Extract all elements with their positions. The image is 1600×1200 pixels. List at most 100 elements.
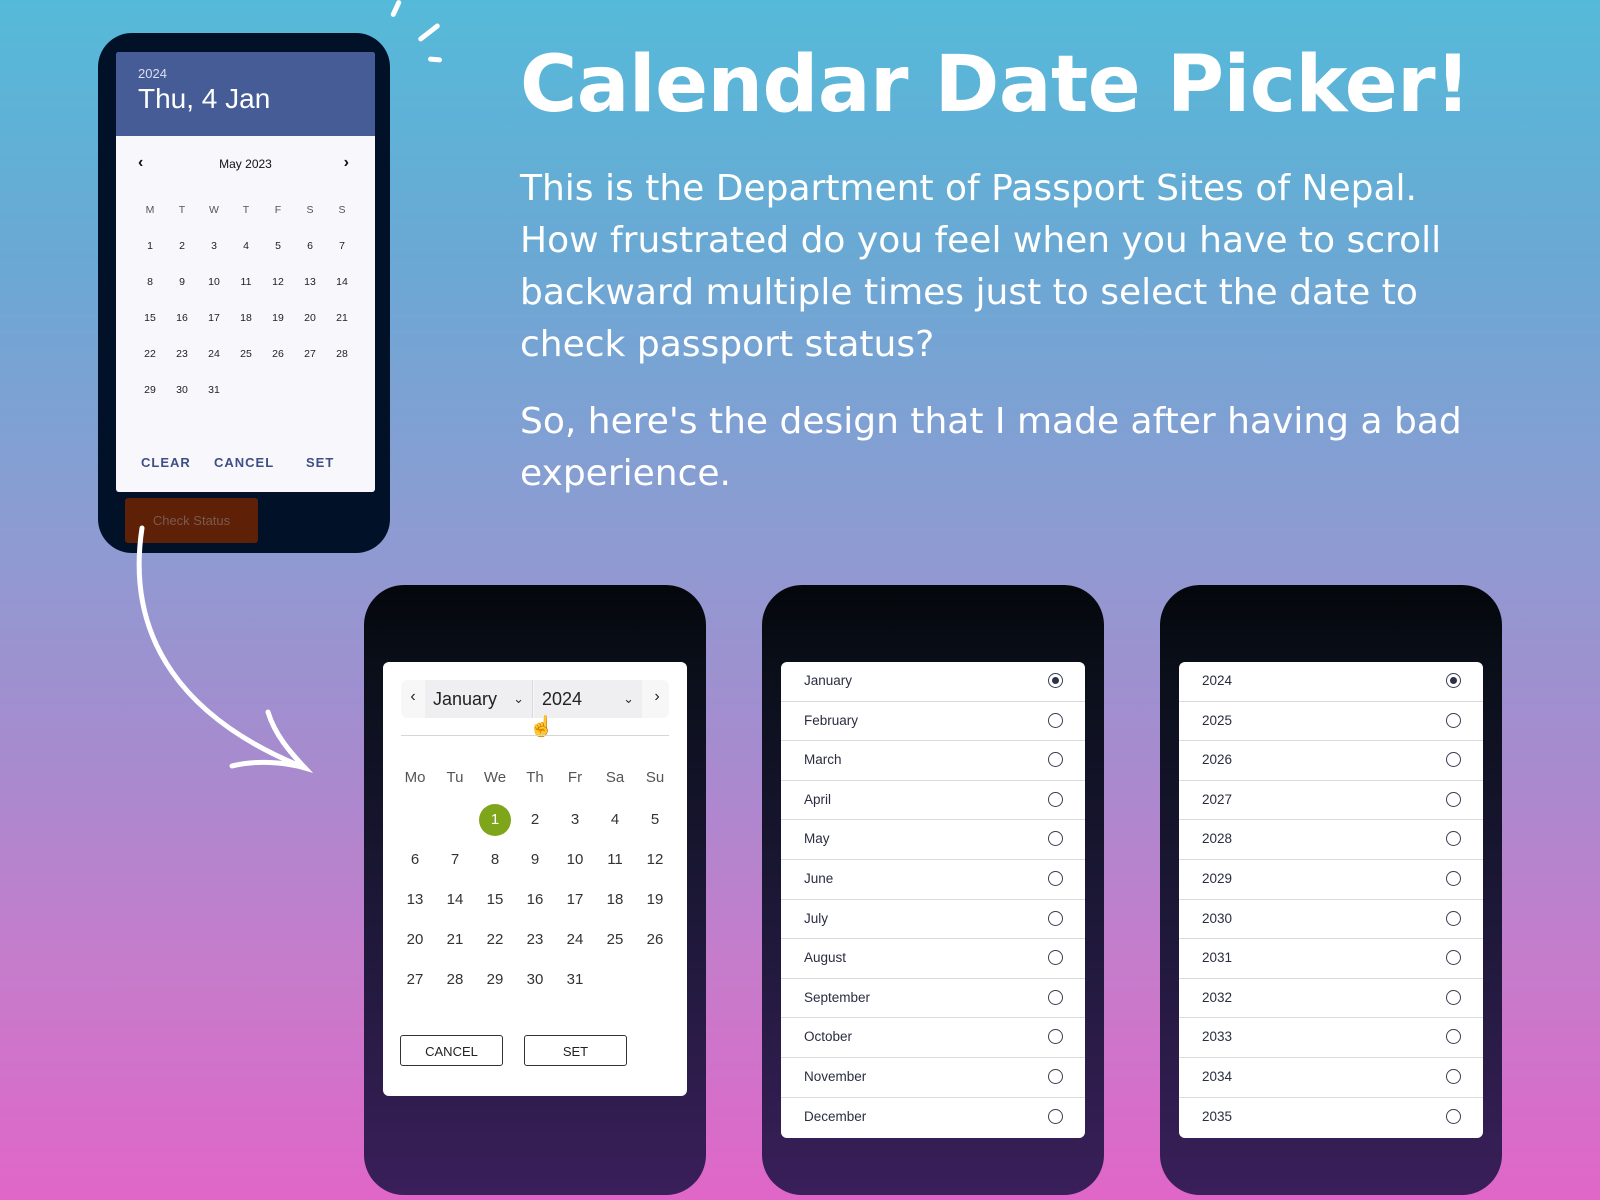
chevron-down-icon: ⌄ [623, 691, 634, 706]
day-cell[interactable]: 28 [435, 960, 475, 1000]
day-cell[interactable]: 9 [515, 840, 555, 880]
day-cell[interactable]: 25 [595, 920, 635, 960]
radio-icon[interactable] [1446, 752, 1461, 768]
radio-icon[interactable] [1446, 1068, 1461, 1084]
day-cell[interactable]: 10 [555, 840, 595, 880]
radio-icon[interactable] [1446, 791, 1461, 807]
day-cell[interactable]: 5 [635, 800, 675, 840]
list-item[interactable]: 2030 [1179, 900, 1483, 940]
list-item[interactable]: 2027 [1179, 781, 1483, 821]
day-cell[interactable]: 17 [555, 880, 595, 920]
list-item[interactable]: 2029 [1179, 860, 1483, 900]
radio-icon[interactable] [1048, 989, 1063, 1005]
day-cell-selected[interactable]: 1 [475, 800, 515, 840]
empty-cell [435, 800, 475, 840]
radio-icon[interactable] [1446, 950, 1461, 966]
list-item[interactable]: 2025 [1179, 702, 1483, 742]
set-button[interactable]: SET [524, 1035, 627, 1066]
list-item-label: 2031 [1202, 950, 1233, 966]
day-cell[interactable]: 15 [475, 880, 515, 920]
year-list: 2024 2025 2026 2027 2028 2029 2030 2031 2032 2033… [1179, 662, 1483, 1138]
list-item[interactable]: 2034 [1179, 1058, 1483, 1098]
list-item[interactable]: November [781, 1058, 1085, 1098]
year-select[interactable]: 2024 ⌄ [534, 680, 642, 718]
day-cell[interactable]: 30 [515, 960, 555, 1000]
day-cell[interactable]: 13 [395, 880, 435, 920]
chevron-right-icon[interactable]: › [645, 688, 669, 706]
radio-icon[interactable] [1446, 989, 1461, 1005]
day-cell[interactable]: 22 [475, 920, 515, 960]
day-cell[interactable]: 29 [475, 960, 515, 1000]
day-cell[interactable]: 11 [595, 840, 635, 880]
radio-icon[interactable] [1446, 1108, 1461, 1124]
list-item[interactable]: May [781, 820, 1085, 860]
radio-icon[interactable] [1048, 1068, 1063, 1084]
radio-icon[interactable] [1048, 870, 1063, 886]
radio-icon[interactable] [1446, 910, 1461, 926]
list-item[interactable]: 2028 [1179, 820, 1483, 860]
radio-icon[interactable] [1446, 1029, 1461, 1045]
day-cell[interactable]: 21 [435, 920, 475, 960]
day-cell[interactable]: 24 [555, 920, 595, 960]
radio-selected-icon[interactable] [1048, 673, 1063, 688]
list-item-label: 2028 [1202, 831, 1233, 847]
weekday-label: We [483, 769, 507, 786]
radio-icon[interactable] [1048, 1108, 1063, 1124]
list-item[interactable]: 2026 [1179, 741, 1483, 781]
day-cell[interactable]: 8 [475, 840, 515, 880]
day-cell[interactable]: 7 [435, 840, 475, 880]
list-item[interactable]: August [781, 939, 1085, 979]
weekday-label: Sa [605, 769, 625, 786]
day-cell[interactable]: 6 [395, 840, 435, 880]
radio-selected-icon[interactable] [1446, 673, 1461, 688]
list-item[interactable]: 2032 [1179, 979, 1483, 1019]
day-cell[interactable]: 2 [515, 800, 555, 840]
list-item-label: 2035 [1202, 1108, 1233, 1124]
list-item-label: April [804, 791, 832, 807]
radio-icon[interactable] [1048, 752, 1063, 768]
list-item-label: 2034 [1202, 1068, 1233, 1084]
day-cell[interactable]: 20 [395, 920, 435, 960]
day-cell[interactable]: 27 [395, 960, 435, 1000]
day-cell[interactable]: 3 [555, 800, 595, 840]
day-cell[interactable]: 14 [435, 880, 475, 920]
list-item[interactable]: December [781, 1098, 1085, 1138]
radio-icon[interactable] [1446, 712, 1461, 728]
list-item[interactable]: October [781, 1018, 1085, 1058]
cancel-button[interactable]: CANCEL [400, 1035, 503, 1066]
list-item[interactable]: 2024 [1179, 662, 1483, 702]
list-item-label: November [804, 1068, 867, 1084]
day-cell[interactable]: 4 [595, 800, 635, 840]
list-item[interactable]: February [781, 702, 1085, 742]
radio-icon[interactable] [1048, 712, 1063, 728]
day-cell[interactable]: 16 [515, 880, 555, 920]
day-cell[interactable]: 18 [595, 880, 635, 920]
radio-icon[interactable] [1446, 831, 1461, 847]
list-item-label: 2033 [1202, 1029, 1233, 1045]
day-cell[interactable]: 31 [555, 960, 595, 1000]
list-item[interactable]: April [781, 781, 1085, 821]
list-item[interactable]: 2035 [1179, 1098, 1483, 1138]
list-item[interactable]: 2033 [1179, 1018, 1483, 1058]
day-cell[interactable]: 26 [635, 920, 675, 960]
radio-icon[interactable] [1446, 870, 1461, 886]
list-item[interactable]: September [781, 979, 1085, 1019]
chevron-left-icon[interactable]: ‹ [401, 688, 425, 706]
list-item[interactable]: 2031 [1179, 939, 1483, 979]
radio-icon[interactable] [1048, 831, 1063, 847]
list-item[interactable]: January [781, 662, 1085, 702]
list-item[interactable]: June [781, 860, 1085, 900]
month-select[interactable]: January ⌄ [425, 680, 533, 718]
list-item-label: February [804, 712, 859, 728]
radio-icon[interactable] [1048, 791, 1063, 807]
radio-icon[interactable] [1048, 910, 1063, 926]
radio-icon[interactable] [1048, 1029, 1063, 1045]
list-item[interactable]: March [781, 741, 1085, 781]
day-cell[interactable]: 23 [515, 920, 555, 960]
day-cell[interactable]: 19 [635, 880, 675, 920]
list-item-label: 2032 [1202, 989, 1233, 1005]
year-select-value: 2024 [542, 689, 583, 709]
day-cell[interactable]: 12 [635, 840, 675, 880]
list-item[interactable]: July [781, 900, 1085, 940]
radio-icon[interactable] [1048, 950, 1063, 966]
